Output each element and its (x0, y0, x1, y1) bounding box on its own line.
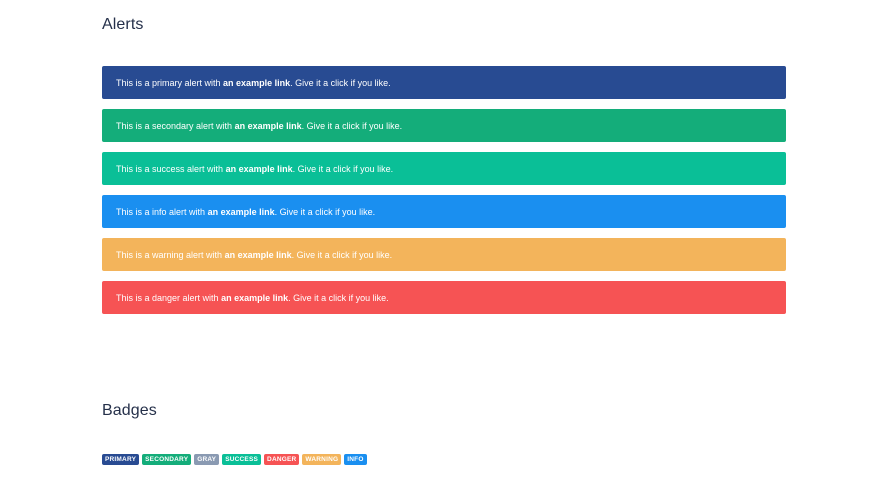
alert-danger: This is a danger alert with an example l… (102, 281, 786, 314)
alert-info: This is a info alert with an example lin… (102, 195, 786, 228)
alert-text: This is a info alert with (116, 206, 206, 217)
alert-warning: This is a warning alert with an example … (102, 238, 786, 271)
alert-success: This is a success alert with an example … (102, 152, 786, 185)
alert-text: This is a success alert with (116, 163, 224, 174)
page: Alerts This is a primary alert with an e… (0, 0, 888, 500)
alert-text-suffix: . Give it a click if you like. (291, 249, 393, 260)
badges-list: PRIMARY SECONDARY GRAY SUCCESS DANGER WA… (102, 454, 367, 465)
alert-example-link[interactable]: an example link (225, 250, 292, 260)
alert-example-link[interactable]: an example link (223, 78, 290, 88)
alert-secondary: This is a secondary alert with an exampl… (102, 109, 786, 142)
badge-secondary: SECONDARY (142, 454, 192, 465)
alert-text-suffix: . Give it a click if you like. (288, 292, 389, 303)
alerts-list: This is a primary alert with an example … (102, 66, 786, 324)
alert-example-link[interactable]: an example link (221, 293, 288, 303)
alerts-section-title: Alerts (102, 16, 144, 33)
badge-warning: WARNING (302, 454, 342, 465)
badge-primary: PRIMARY (102, 454, 140, 465)
alert-example-link[interactable]: an example link (226, 164, 293, 174)
badges-section-title: Badges (102, 402, 157, 419)
alert-text: This is a secondary alert with (116, 120, 233, 131)
alert-text: This is a primary alert with (116, 77, 221, 88)
alert-example-link[interactable]: an example link (235, 121, 302, 131)
badge-gray: GRAY (194, 454, 220, 465)
badge-success: SUCCESS (222, 454, 262, 465)
badge-danger: DANGER (264, 454, 300, 465)
alert-text-suffix: . Give it a click if you like. (292, 163, 394, 174)
badge-info: INFO (344, 454, 367, 465)
alert-text-suffix: . Give it a click if you like. (274, 206, 376, 217)
alert-text-suffix: . Give it a click if you like. (290, 77, 391, 88)
alert-primary: This is a primary alert with an example … (102, 66, 786, 99)
alert-text: This is a warning alert with (116, 249, 223, 260)
alert-text: This is a danger alert with (116, 292, 219, 303)
alert-text-suffix: . Give it a click if you like. (301, 120, 403, 131)
alert-example-link[interactable]: an example link (208, 207, 275, 217)
